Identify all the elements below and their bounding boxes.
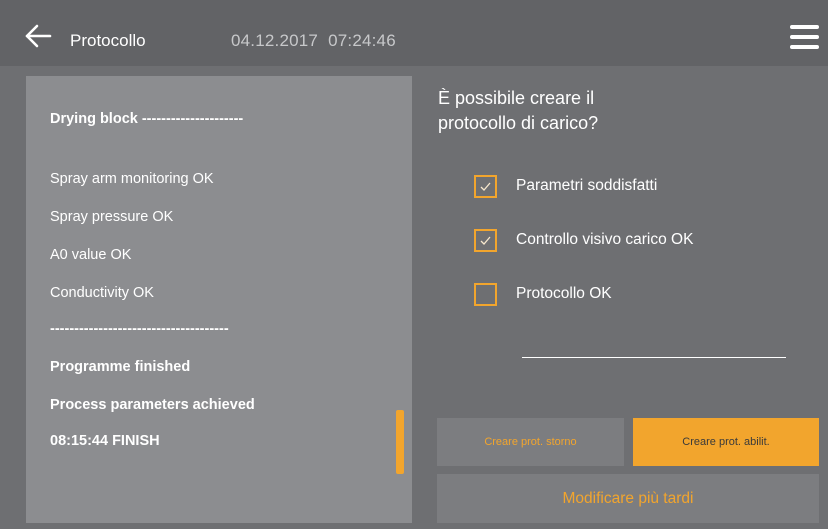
check-label: Parametri soddisfatti: [516, 177, 658, 194]
signature-line: [522, 357, 786, 358]
checkbox-unchecked[interactable]: [474, 283, 497, 306]
time-text: 07:24:46: [328, 31, 396, 50]
checkmark-icon: [480, 236, 491, 245]
log-line: Process parameters achieved: [50, 397, 255, 413]
log-line: Programme finished: [50, 359, 191, 375]
check-label: Controllo visivo carico OK: [516, 231, 694, 248]
log-line: -------------------------------------: [50, 321, 229, 337]
log-line: Conductivity OK: [50, 285, 154, 301]
question-line: protocollo di carico?: [438, 113, 599, 133]
log-line: 08:15:44 FINISH: [50, 433, 160, 449]
edit-later-button[interactable]: Modificare più tardi: [437, 474, 819, 523]
checkmark-icon: [480, 182, 491, 191]
question-line: È possibile creare il: [438, 88, 595, 108]
date-text: 04.12.2017: [231, 31, 319, 50]
create-storno-protocol-button[interactable]: Creare prot. storno: [437, 418, 624, 466]
log-line: Spray pressure OK: [50, 209, 174, 225]
date-time-display: 04.12.2017 07:24:46: [231, 31, 396, 51]
back-arrow-icon[interactable]: [24, 22, 52, 50]
log-line: A0 value OK: [50, 247, 132, 263]
checkbox-checked[interactable]: [474, 229, 497, 252]
log-line: Drying block ---------------------: [50, 111, 244, 127]
checkbox-checked[interactable]: [474, 175, 497, 198]
create-release-protocol-button[interactable]: Creare prot. abilit.: [633, 418, 819, 466]
page-title: Protocollo: [70, 31, 146, 50]
hamburger-menu-icon[interactable]: [790, 25, 819, 49]
header-bar: Protocollo 04.12.2017 07:24:46: [0, 0, 828, 66]
protocol-log-panel[interactable]: Drying block --------------------- Spray…: [26, 76, 412, 523]
log-line: Spray arm monitoring OK: [50, 171, 214, 187]
confirmation-question: È possibile creare il protocollo di cari…: [438, 86, 598, 136]
check-label: Protocollo OK: [516, 285, 612, 302]
log-scrollbar[interactable]: [396, 410, 404, 474]
